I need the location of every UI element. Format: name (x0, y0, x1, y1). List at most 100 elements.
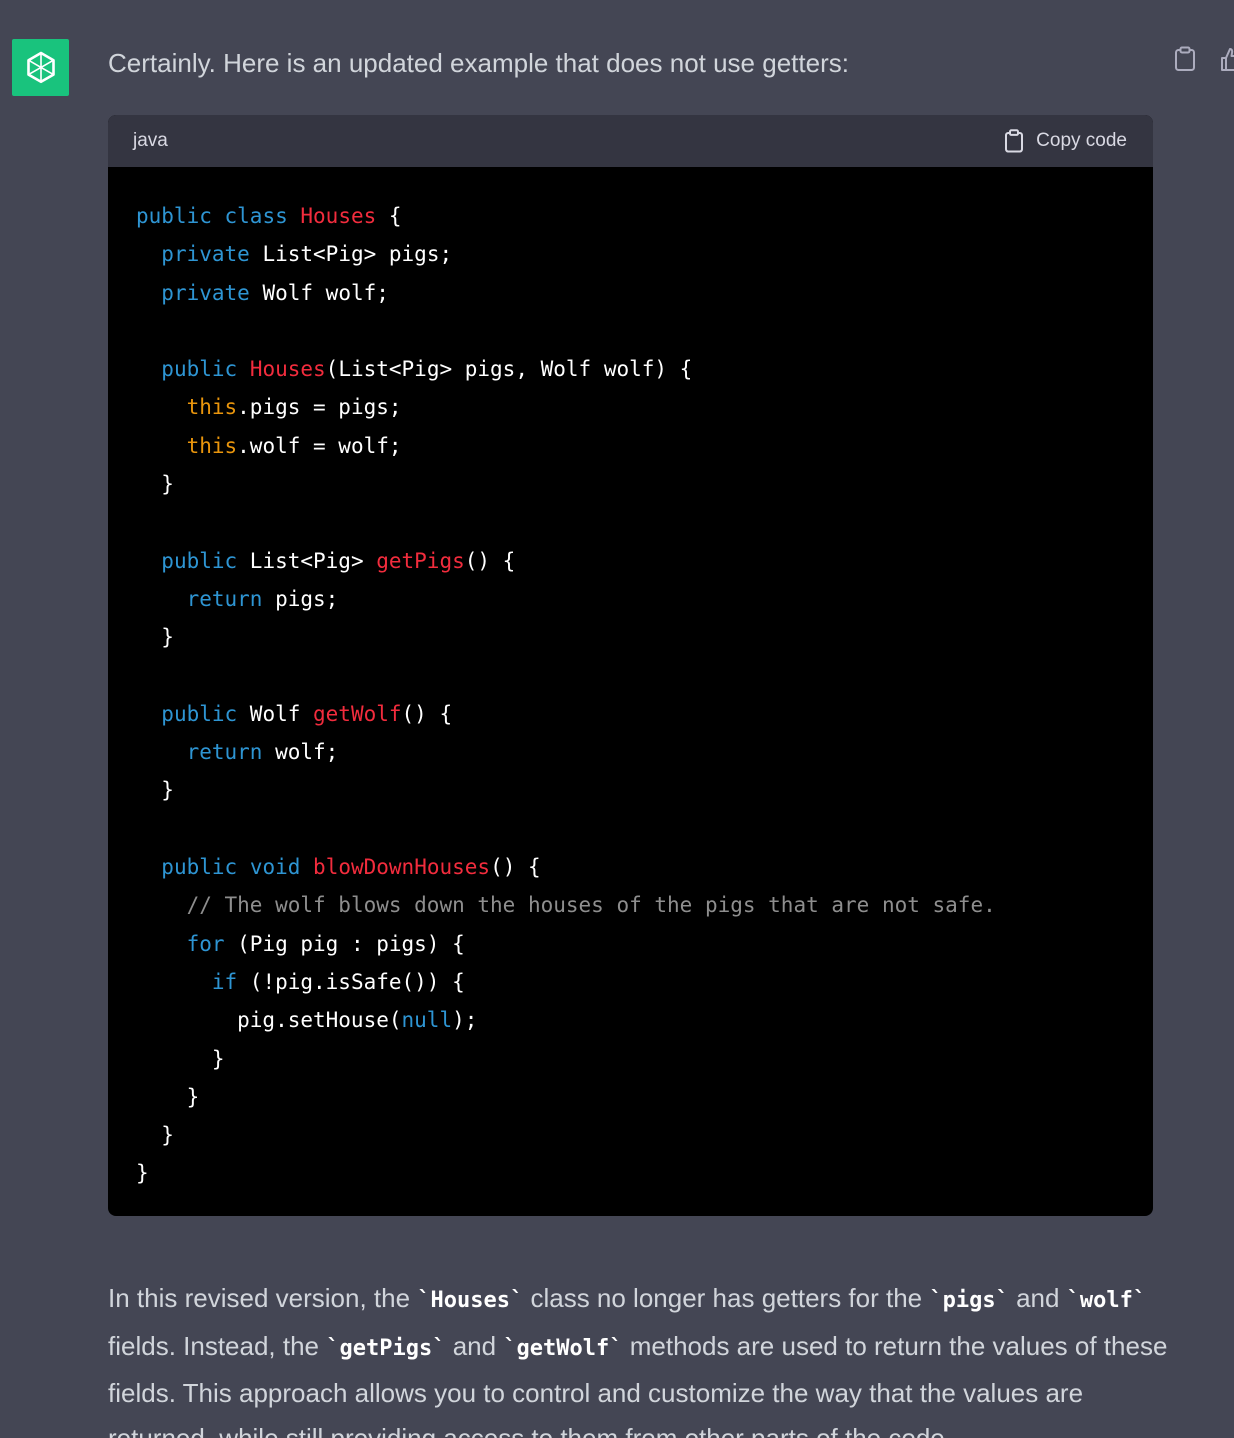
code-line: // The wolf blows down the houses of the… (136, 886, 1153, 924)
code-content: public class Houses { private List<Pig> … (108, 167, 1153, 1193)
code-line: } (136, 1040, 1153, 1078)
code-token: private (161, 242, 250, 267)
code-token: .wolf = wolf; (237, 433, 402, 458)
code-token: (Pig pig : pigs) { (224, 931, 465, 956)
code-token: return (186, 740, 263, 765)
code-language-label: java (133, 130, 168, 151)
explanation-paragraph: In this revised version, the `Houses` cl… (108, 1276, 1168, 1438)
code-token: public (161, 855, 238, 880)
code-token: public (161, 701, 238, 726)
code-token: wolf; (262, 740, 339, 765)
code-token: Houses (249, 357, 326, 382)
code-token: void (249, 855, 301, 880)
code-token: () { (490, 855, 541, 880)
code-block-header: java Copy code (108, 115, 1153, 167)
openai-logo-icon (26, 51, 55, 83)
code-token: if (211, 969, 238, 994)
inline-code: `getPigs` (326, 1335, 446, 1361)
code-line: private Wolf wolf; (136, 274, 1153, 312)
code-token: .pigs = pigs; (237, 395, 402, 420)
explanation-text: In this revised version, the (108, 1283, 418, 1313)
code-token: Wolf (237, 701, 314, 726)
code-token: } (136, 1123, 174, 1148)
code-token: } (136, 472, 174, 497)
code-line: } (136, 465, 1153, 503)
code-token: public (136, 204, 212, 228)
code-block: java Copy code public class Houses { pri… (108, 115, 1153, 1216)
code-token: } (136, 625, 174, 650)
clipboard-icon (1005, 129, 1024, 153)
code-line: if (!pig.isSafe()) { (136, 963, 1153, 1001)
code-token: List<Pig> pigs; (249, 242, 453, 267)
code-line: this.pigs = pigs; (136, 388, 1153, 426)
code-token: public (161, 357, 238, 382)
explanation-text: and (445, 1330, 504, 1361)
code-token: () { (401, 701, 453, 726)
code-token: { (376, 204, 402, 228)
code-token: List<Pig> (237, 548, 377, 573)
explanation-text: and (1008, 1283, 1067, 1313)
code-token: // The wolf blows down the houses of the… (186, 893, 996, 918)
code-token: pigs; (262, 586, 339, 611)
code-token: Houses (300, 204, 377, 228)
code-line: public List<Pig> getPigs() { (136, 542, 1153, 580)
code-token: } (136, 1084, 200, 1109)
inline-code: `getWolf` (503, 1335, 623, 1361)
code-line: } (136, 1116, 1153, 1154)
clipboard-icon[interactable] (1170, 44, 1200, 74)
code-token: class (224, 204, 288, 228)
code-token: Wolf wolf; (249, 280, 389, 305)
copy-code-button[interactable]: Copy code (1004, 129, 1127, 153)
code-token: null (401, 1008, 453, 1033)
assistant-avatar (12, 39, 69, 96)
code-token: } (136, 1161, 149, 1186)
code-line: } (136, 1154, 1153, 1192)
code-token: blowDownHouses (313, 855, 491, 880)
code-line: this.wolf = wolf; (136, 427, 1153, 465)
code-line: return pigs; (136, 580, 1153, 618)
code-token: (!pig.isSafe()) { (237, 969, 465, 994)
code-line: } (136, 618, 1153, 656)
code-token: () { (464, 548, 516, 573)
code-line: } (136, 1078, 1153, 1116)
code-line: } (136, 771, 1153, 809)
inline-code: `pigs` (929, 1288, 1009, 1313)
code-token: getWolf (313, 701, 402, 726)
code-token: } (136, 1046, 225, 1071)
code-token: pig.setHouse( (136, 1008, 402, 1033)
code-line: private List<Pig> pigs; (136, 235, 1153, 273)
code-line: public void blowDownHouses() { (136, 848, 1153, 886)
code-token: } (136, 778, 174, 803)
code-line: for (Pig pig : pigs) { (136, 925, 1153, 963)
code-line: public Wolf getWolf() { (136, 695, 1153, 733)
inline-code: `Houses` (417, 1288, 524, 1313)
code-token: (List<Pig> pigs, Wolf wolf) { (325, 357, 693, 382)
inline-code: `wolf` (1066, 1288, 1147, 1313)
code-line: pig.setHouse(null); (136, 1001, 1153, 1039)
code-token: this (186, 395, 238, 420)
code-line: public Houses(List<Pig> pigs, Wolf wolf)… (136, 350, 1153, 388)
assistant-message-intro: Certainly. Here is an updated example th… (108, 48, 849, 78)
thumbs-up-icon[interactable] (1216, 44, 1234, 74)
